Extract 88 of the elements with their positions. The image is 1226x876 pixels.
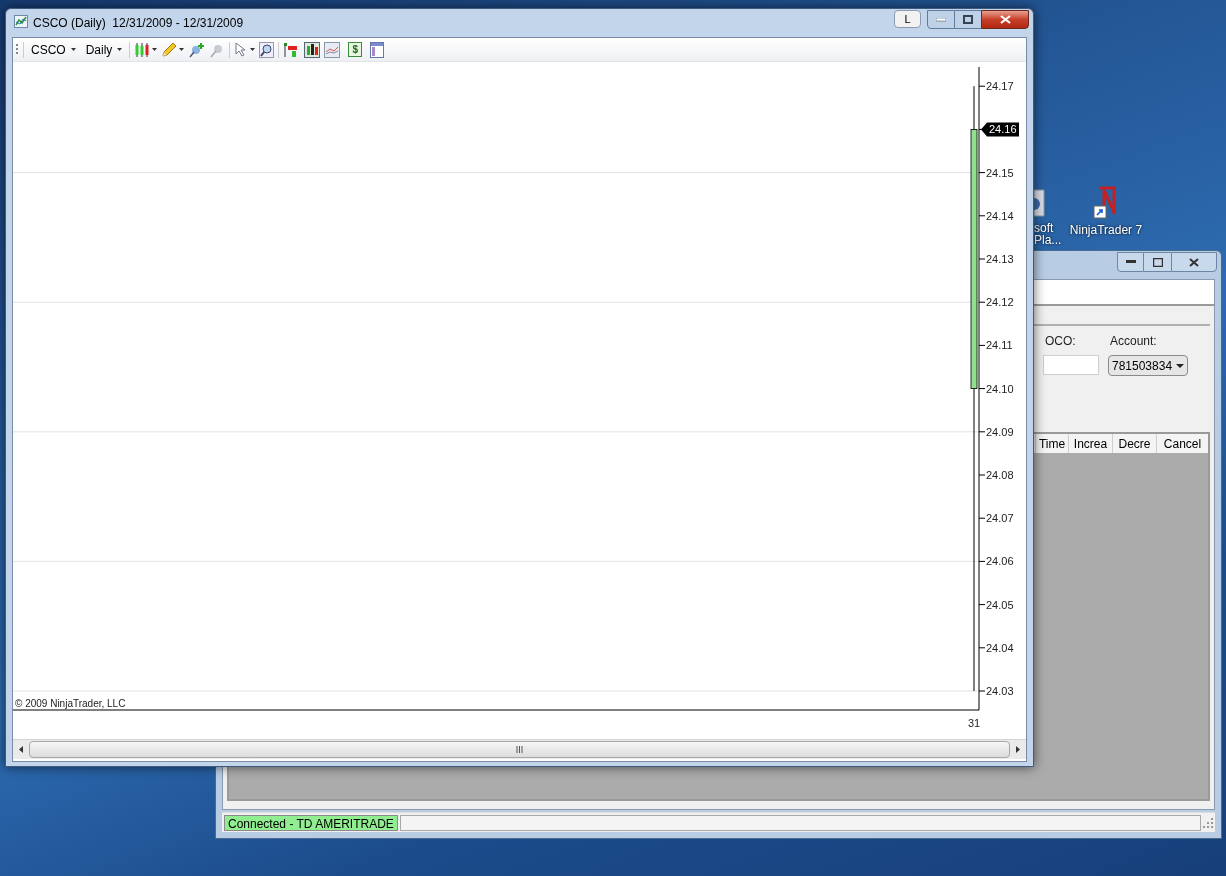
price-label: 24.15: [986, 166, 1014, 179]
close-icon: [1189, 257, 1199, 267]
tick-mark: [978, 388, 986, 390]
scrollbar-thumb[interactable]: [29, 741, 1010, 758]
tick-mark: [978, 215, 986, 217]
pencil-icon: [161, 41, 178, 58]
price-label: 24.09: [986, 425, 1014, 438]
tick-mark: [978, 344, 986, 346]
caret-icon: [1176, 363, 1184, 368]
magnifier-icon: [259, 41, 275, 58]
minimize-icon: [1125, 260, 1136, 264]
price-label: 24.06: [986, 555, 1014, 568]
minimize-button[interactable]: [1117, 252, 1144, 272]
tick-mark: [978, 560, 986, 562]
zoom-button[interactable]: [259, 41, 275, 58]
chart-style-button[interactable]: [134, 41, 158, 58]
close-button[interactable]: [1171, 252, 1217, 272]
caret-icon: [250, 48, 256, 51]
price-marker: 24.16: [981, 122, 1019, 137]
left-arrow-icon: [19, 746, 23, 753]
price-label: 24.07: [986, 512, 1014, 525]
pointer-button[interactable]: [234, 42, 256, 57]
pin-plus-icon: [188, 41, 206, 58]
caret-icon: [179, 48, 185, 51]
drawing-tool-button[interactable]: [161, 41, 185, 58]
desktop-shortcut[interactable]: NinjaTrader 7: [1066, 186, 1146, 236]
column-header[interactable]: Decre: [1112, 434, 1156, 453]
date-label: 31: [967, 717, 981, 729]
connection-status: Connected - TD AMERITRADE: [224, 814, 398, 831]
account-dropdown[interactable]: 781503834: [1108, 355, 1188, 376]
maximize-icon: [1152, 257, 1163, 267]
price-label: 24.13: [986, 253, 1014, 265]
window-title: CSCO (Daily) 12/31/2009 - 12/31/2009: [33, 15, 244, 32]
link-button[interactable]: L: [894, 10, 921, 28]
price-label: 24.14: [986, 209, 1014, 222]
tick-mark: [978, 301, 986, 303]
caret-icon: [70, 48, 76, 51]
column-header[interactable]: Cancel: [1156, 434, 1208, 453]
account-label: Account:: [1110, 333, 1158, 350]
caret-icon: [117, 48, 123, 51]
close-icon: [999, 15, 1011, 24]
icon-label[interactable]: NinjaTrader 7: [1069, 224, 1143, 236]
close-button[interactable]: [981, 10, 1029, 29]
price-label: 24.10: [986, 382, 1014, 395]
tick-mark: [978, 690, 986, 692]
column-header[interactable]: Time: [1035, 434, 1068, 453]
copyright-text: © 2009 NinjaTrader, LLC: [15, 698, 126, 709]
tick-mark: [978, 517, 986, 519]
period-dropdown[interactable]: Daily: [82, 40, 126, 59]
desktop-shortcut[interactable]: soft Pla...: [1034, 188, 1060, 246]
price-label: 24.08: [986, 469, 1014, 481]
price-label: 24.12: [986, 296, 1014, 309]
icon-label[interactable]: soft Pla...: [1034, 222, 1062, 246]
tick-mark: [978, 474, 986, 476]
grip-icon: [516, 746, 523, 753]
candlestick-icon: [134, 41, 151, 58]
price-label: 24.04: [986, 641, 1014, 654]
column-header[interactable]: Increa: [1068, 434, 1112, 453]
tick-mark: [978, 258, 986, 260]
candles-chart-icon: [304, 41, 321, 58]
price-label: 24.17: [986, 80, 1014, 93]
tick-mark: [978, 431, 986, 433]
right-arrow-icon: [1016, 746, 1020, 753]
caret-icon: [152, 48, 158, 51]
panel-icon: [370, 41, 385, 58]
maximize-button[interactable]: [955, 10, 981, 29]
maximize-icon: [963, 15, 973, 24]
document-icon: [1034, 188, 1048, 218]
data-box-button[interactable]: $: [348, 42, 363, 57]
price-label: 24.11: [986, 339, 1013, 352]
line-chart-icon: [324, 41, 341, 58]
oco-input-field[interactable]: [1043, 355, 1099, 375]
oco-label: OCO:: [1045, 333, 1077, 350]
minimize-icon: [936, 17, 946, 22]
add-pin-button[interactable]: [188, 41, 206, 58]
tick-mark: [978, 172, 986, 174]
price-label: 24.05: [986, 598, 1014, 611]
indicators-button[interactable]: [304, 41, 321, 58]
tick-mark: [978, 604, 986, 606]
instrument-dropdown[interactable]: CSCO: [28, 40, 79, 59]
resize-grip-icon[interactable]: [1203, 817, 1213, 828]
price-label: 24.03: [986, 685, 1014, 697]
chart-icon: [14, 15, 28, 28]
toolbar-grip-icon: [16, 42, 19, 57]
tick-mark: [978, 647, 986, 649]
tick-mark: [978, 85, 986, 87]
window-layout-button[interactable]: [370, 41, 385, 58]
maximize-button[interactable]: [1144, 252, 1171, 272]
